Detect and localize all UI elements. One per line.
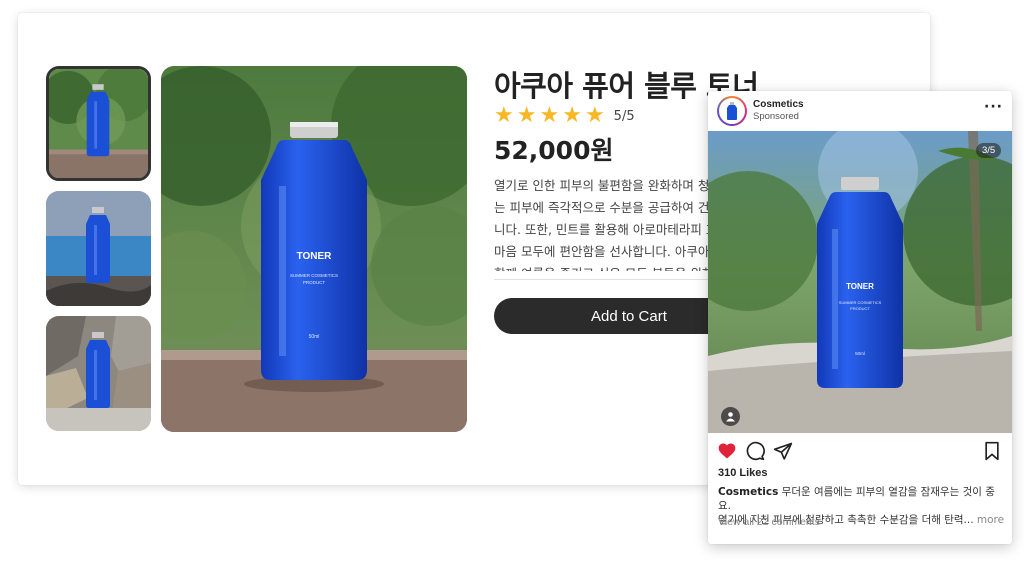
product-rating: ★ ★ ★ ★ ★ 5/5 — [494, 105, 635, 127]
more-icon[interactable]: ··· — [984, 99, 1003, 115]
bottle-logo-icon — [727, 102, 737, 120]
post-bottle-sub1: SUMMER COSMETICS — [839, 300, 882, 305]
thumbnail-1[interactable] — [46, 66, 151, 181]
send-icon[interactable] — [773, 441, 793, 461]
main-product-photo: TONER SUMMER COSMETICS PRODUCT 50ml — [161, 66, 467, 432]
star-icon: ★ — [516, 103, 537, 128]
view-comments-link[interactable]: View all 22 comments — [718, 516, 820, 528]
user-tag-icon[interactable] — [721, 407, 740, 426]
star-icon: ★ — [539, 103, 560, 128]
thumbnail-3[interactable] — [46, 316, 151, 431]
image-counter-badge: 3/5 — [976, 143, 1002, 158]
star-icon: ★ — [494, 103, 514, 128]
main-bottle-label: TONER — [297, 251, 333, 262]
heart-icon[interactable] — [717, 441, 737, 461]
main-bottle-sub2: PRODUCT — [303, 280, 326, 285]
user-silhouette-icon — [726, 412, 735, 422]
post-image[interactable]: TONER SUMMER COSMETICS PRODUCT 50ml — [708, 131, 1012, 433]
social-post-card: Cosmetics Sponsored ··· TONER SUMMER COS… — [708, 91, 1012, 544]
rating-text: 5/5 — [613, 108, 635, 124]
star-icon: ★ — [584, 103, 605, 128]
thumbnail-2-image — [46, 191, 151, 306]
sponsored-label: Sponsored — [753, 111, 799, 122]
post-bottle-label: TONER — [846, 282, 874, 291]
likes-count: 310 Likes — [718, 467, 768, 479]
caption-username[interactable]: Cosmetics — [718, 486, 778, 498]
thumbnail-2[interactable] — [46, 191, 151, 306]
comment-icon[interactable] — [745, 441, 765, 461]
description-line: 니다. 또한, 민트를 활용해 아로마테라피 효과 — [494, 222, 724, 237]
product-price: 52,000원 — [494, 136, 614, 165]
post-photo: TONER SUMMER COSMETICS PRODUCT 50ml — [708, 131, 1012, 433]
description-line: 함께 여름을 즐기고 싶은 모든 분들을 위한 최 — [494, 263, 724, 271]
main-product-image: TONER SUMMER COSMETICS PRODUCT 50ml — [161, 66, 467, 432]
post-avatar[interactable] — [717, 96, 747, 126]
post-username[interactable]: Cosmetics — [753, 99, 804, 110]
avatar-inner — [719, 98, 745, 124]
bookmark-icon[interactable] — [982, 441, 1002, 461]
description-line: 는 피부에 즉각적으로 수분을 공급하여 건조함 — [494, 200, 724, 215]
star-icon: ★ — [562, 103, 582, 128]
caption-more-link[interactable]: more — [974, 514, 1004, 526]
thumbnail-3-image — [46, 316, 151, 431]
main-bottle-volume: 50ml — [309, 334, 320, 340]
post-bottle-volume: 50ml — [855, 351, 865, 356]
description-line: 열기로 인한 피부의 불편함을 완화하며 청량하 — [494, 178, 724, 193]
post-bottle-sub2: PRODUCT — [850, 306, 870, 311]
thumbnail-1-image — [49, 69, 148, 178]
product-description: 열기로 인한 피부의 불편함을 완화하며 청량하 는 피부에 즉각적으로 수분을… — [494, 175, 724, 271]
main-bottle-sub1: SUMMER COSMETICS — [290, 273, 338, 278]
description-line: 마음 모두에 편안함을 선사합니다. 아쿠아 퓨어 — [494, 244, 724, 259]
